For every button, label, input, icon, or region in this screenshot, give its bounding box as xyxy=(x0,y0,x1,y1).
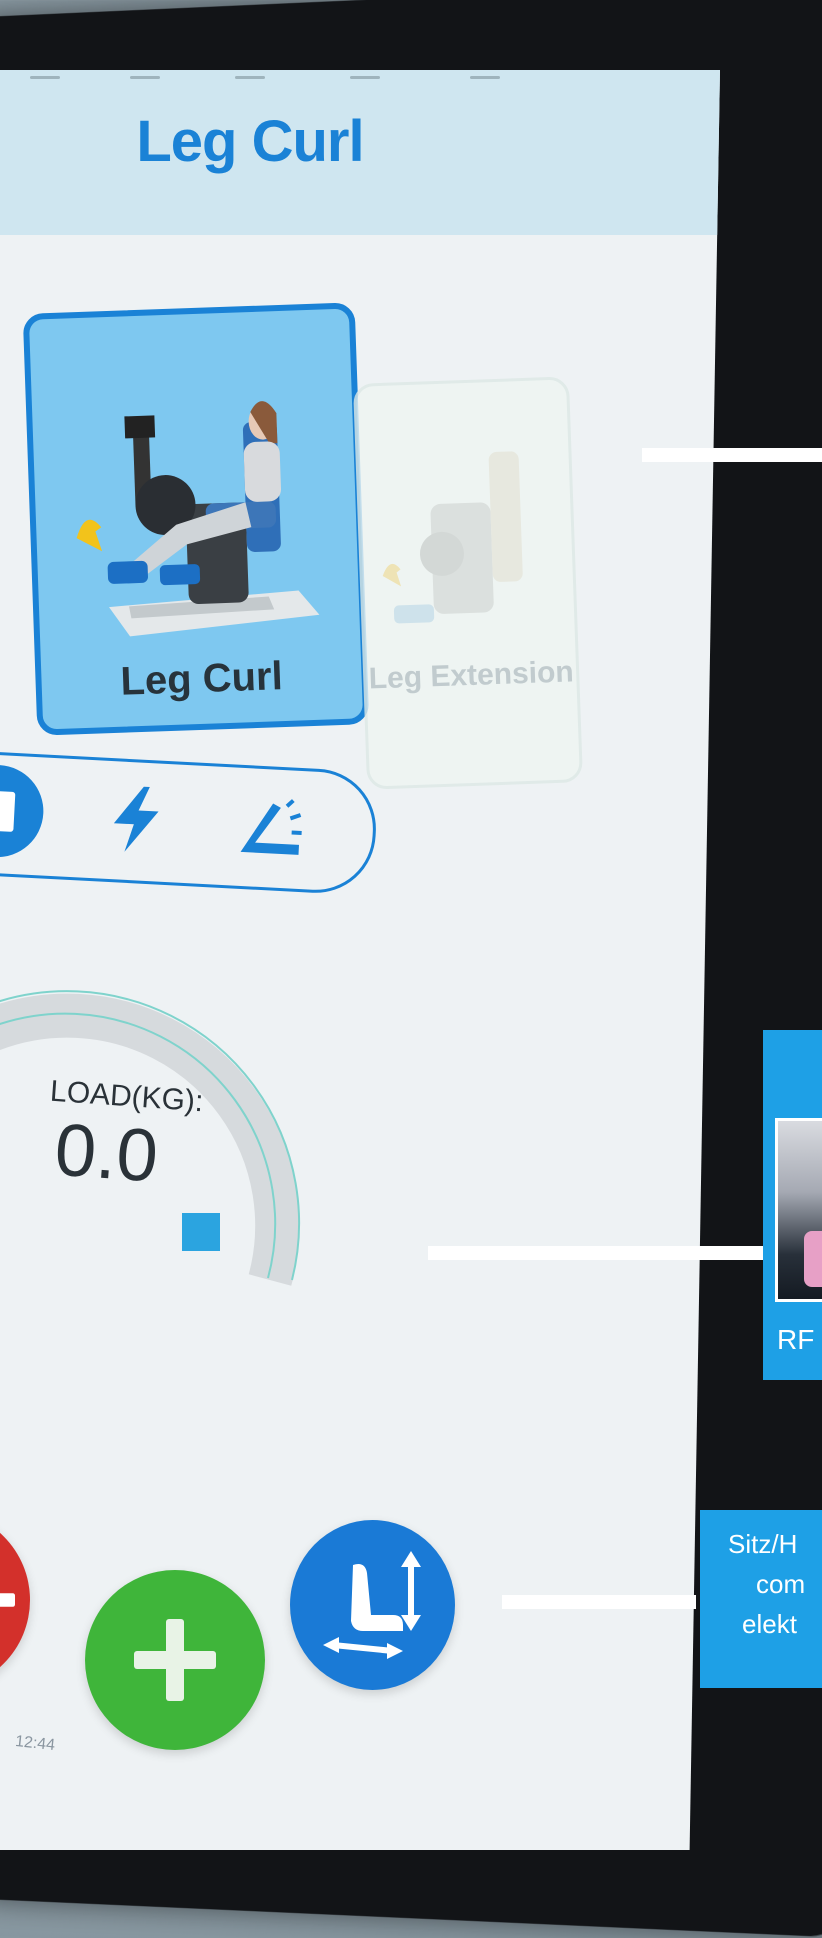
seat-callout-line: Sitz/H xyxy=(728,1524,822,1564)
weight-plate-icon xyxy=(0,782,20,838)
exercise-card-leg-curl[interactable]: Leg Curl xyxy=(23,302,370,735)
callout-line-exercise xyxy=(642,448,822,462)
load-gauge xyxy=(0,950,320,1470)
title-bar: Leg Curl xyxy=(0,70,720,235)
rfid-tag-icon xyxy=(804,1231,822,1287)
increase-load-button[interactable] xyxy=(85,1570,265,1750)
exercise-card-leg-extension[interactable]: Leg Extension xyxy=(353,376,583,789)
exercise-card-label: Leg Extension xyxy=(366,655,577,696)
mode-weight-button[interactable] xyxy=(0,761,46,860)
rfid-callout: RF xyxy=(763,1030,822,1380)
load-value: 0.0 xyxy=(52,1107,161,1199)
seat-callout-line: elekt xyxy=(728,1604,822,1644)
rfid-callout-text: RF xyxy=(777,1320,814,1360)
leg-curl-machine-illustration xyxy=(60,350,330,649)
touchscreen: Leg Curl Leg Curl Leg Extension LOAD(KG)… xyxy=(0,70,720,1850)
mode-power-button[interactable] xyxy=(91,774,181,864)
range-of-motion-icon xyxy=(234,790,308,864)
callout-line-rfid xyxy=(428,1246,764,1260)
seat-callout: Sitz/H com elekt xyxy=(700,1510,822,1688)
minus-icon xyxy=(0,1585,30,1615)
rfid-card-image xyxy=(775,1118,822,1302)
mode-range-button[interactable] xyxy=(226,781,316,871)
seat-callout-text: Sitz/H com elekt xyxy=(728,1524,822,1644)
gauge-position-marker xyxy=(182,1213,220,1251)
callout-line-seat xyxy=(502,1595,696,1609)
leg-extension-machine-illustration xyxy=(367,420,565,646)
page-title: Leg Curl xyxy=(0,108,540,175)
training-mode-toggle xyxy=(0,748,379,896)
seat-adjust-button[interactable] xyxy=(290,1520,455,1690)
plus-icon xyxy=(130,1615,220,1705)
screen-clock: 12:44 xyxy=(14,1733,56,1755)
seat-adjust-icon xyxy=(313,1545,433,1665)
seat-callout-line: com xyxy=(728,1564,822,1604)
status-indicators xyxy=(20,76,620,88)
exercise-card-label: Leg Curl xyxy=(41,651,362,707)
decrease-load-button[interactable] xyxy=(0,1510,30,1690)
lightning-icon xyxy=(104,783,168,856)
